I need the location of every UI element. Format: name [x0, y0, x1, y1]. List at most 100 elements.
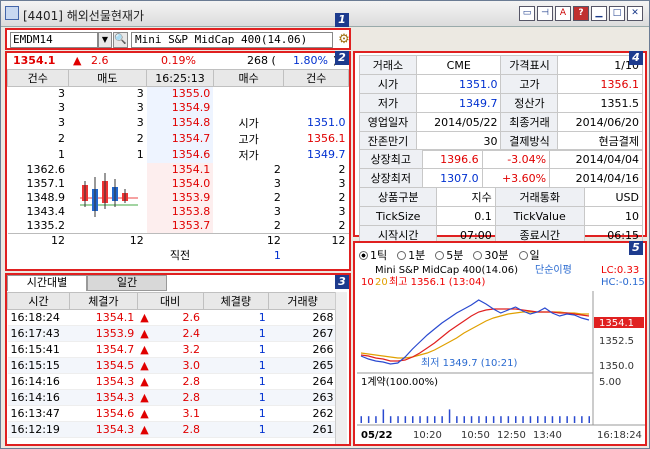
tab-time[interactable]: 시간대별 — [7, 275, 87, 291]
ask-count: 3 — [58, 116, 66, 129]
maximize-icon[interactable]: □ — [609, 6, 625, 21]
volume-bar — [537, 416, 539, 423]
trade-change: ▲ 3.2 — [137, 341, 204, 358]
period-option[interactable]: 30분 — [473, 247, 509, 263]
search-icon[interactable]: 🔍 — [113, 32, 128, 48]
ask-row[interactable]: 3 3 1354.9 — [8, 100, 349, 115]
close-icon[interactable]: ✕ — [627, 6, 643, 21]
bid-price[interactable]: 1354.0 — [146, 176, 214, 191]
volume-pct: 1.80% — [293, 54, 328, 67]
up-arrow-icon: ▲ — [140, 311, 149, 324]
tab-daily[interactable]: 일간 — [87, 275, 167, 291]
info-row: 저가 1349.7 정산가 1351.5 — [359, 93, 643, 113]
symbol-name: Mini S&P MidCap 400(14.06) — [131, 32, 333, 48]
trade-time: 16:15:41 — [7, 341, 70, 358]
table-row[interactable]: 16:14:16 1354.3 ▲ 2.8 1 264 — [7, 373, 337, 390]
table-row[interactable]: 16:15:15 1354.5 ▲ 3.0 1 265 — [7, 357, 337, 374]
table-row[interactable]: 16:18:24 1354.1 ▲ 2.6 1 268 — [7, 309, 337, 326]
info-value: 0.1 — [436, 206, 496, 226]
ask-price[interactable]: 1355.0 — [146, 86, 214, 101]
x-tick: 05/22 — [361, 430, 393, 441]
ask-price[interactable]: 1354.9 — [146, 100, 214, 115]
minimize-icon[interactable]: ▁ — [591, 6, 607, 21]
code-input[interactable]: EMDM14 — [10, 32, 98, 48]
bid-row[interactable]: 1357.1 1354.0 3 3 — [8, 176, 349, 191]
info-value: 지수 — [436, 187, 496, 207]
period-option[interactable]: 1틱 — [359, 247, 387, 263]
price-tick: 1354.1 — [599, 318, 634, 329]
table-row[interactable]: 16:12:19 1354.3 ▲ 2.8 1 261 — [7, 421, 337, 438]
ask-row[interactable]: 3 3 1355.0 — [8, 86, 349, 101]
ask-price[interactable]: 1354.8 — [146, 114, 214, 131]
bid-qty: 2 — [273, 191, 281, 205]
bid-price[interactable]: 1353.8 — [146, 204, 214, 219]
bid-price[interactable]: 1353.7 — [146, 218, 214, 233]
volume-bar — [573, 416, 576, 423]
volume-bar — [375, 416, 377, 423]
bid-row[interactable]: 1362.6 1354.1 2 2 — [8, 162, 349, 217]
ask-row[interactable]: 2 2 1354.7 고가 1356.1 — [8, 130, 349, 147]
trades-scrollbar[interactable] — [335, 292, 347, 444]
trade-change: ▲ 2.8 — [137, 389, 204, 406]
info-label: 시가 — [359, 74, 417, 94]
font-icon[interactable]: A — [555, 6, 571, 21]
price-chart[interactable]: Mini S&P MidCap 400(14.06) 단순이평 LC:0.33 … — [357, 263, 645, 443]
info-value: 30 — [415, 131, 502, 151]
trade-qty: 1 — [203, 325, 269, 342]
title-bar: [4401] 해외선물현재가 ▭ ⊣ A ? ▁ □ ✕ — [1, 1, 649, 27]
info-label: 상장최저 — [359, 168, 423, 188]
ask-count: 3 — [58, 101, 66, 114]
info-label: 상장최고 — [359, 149, 423, 169]
panel-tag-1: 1 — [335, 13, 349, 27]
bid-count: 2 — [338, 219, 346, 233]
trade-volume: 264 — [268, 373, 337, 390]
link-icon[interactable]: ▭ — [519, 6, 535, 21]
trades-header: 거래량 — [268, 292, 337, 310]
window-title: [4401] 해외선물현재가 — [23, 9, 144, 23]
window-icon — [5, 6, 19, 20]
gear-icon[interactable]: ⚙ — [336, 31, 352, 49]
ask-row[interactable]: 1 1 1354.6 저가 1349.7 — [8, 146, 349, 163]
period-option[interactable]: 일 — [518, 247, 540, 263]
bid-count: 3 — [338, 177, 346, 191]
info-row: 상품구분 지수 거래통화 USD — [358, 187, 644, 207]
x-tick: 12:50 — [497, 430, 526, 441]
bid-row[interactable]: 1343.4 1353.8 3 3 — [8, 204, 349, 219]
trades-table: 시간 체결가 대비 체결량 거래량 16:18:24 1354.1 ▲ 2.6 1 268… — [7, 292, 337, 438]
table-row[interactable]: 16:17:43 1353.9 ▲ 2.4 1 267 — [7, 325, 337, 342]
volume-bar — [367, 416, 370, 423]
volume-bar — [478, 416, 480, 423]
ask-price[interactable]: 1354.6 — [146, 146, 214, 163]
price-tick: 1352.5 — [599, 336, 634, 347]
trade-volume: 265 — [268, 357, 337, 374]
info-label: 거래소 — [359, 55, 417, 75]
info-label: TickSize — [358, 206, 438, 226]
trade-time: 16:14:16 — [7, 373, 70, 390]
help-icon[interactable]: ? — [573, 6, 589, 21]
ma20-label: 20 — [375, 277, 388, 288]
period-option[interactable]: 5분 — [435, 247, 463, 263]
period-option[interactable]: 1분 — [397, 247, 425, 263]
trade-volume: 268 — [268, 309, 337, 326]
code-dropdown-icon[interactable]: ▼ — [98, 32, 112, 48]
chart-title: Mini S&P MidCap 400(14.06) — [375, 265, 518, 276]
table-row[interactable]: 16:13:47 1354.6 ▲ 3.1 1 262 — [7, 405, 337, 422]
table-row[interactable]: 16:14:16 1354.3 ▲ 2.8 1 263 — [7, 389, 337, 406]
trade-volume: 267 — [268, 325, 337, 342]
pin-icon[interactable]: ⊣ — [537, 6, 553, 21]
table-row[interactable]: 16:15:41 1354.7 ▲ 3.2 1 266 — [7, 341, 337, 358]
total-ask-count: 12 — [51, 233, 66, 247]
ask-price[interactable]: 1354.7 — [146, 130, 214, 147]
bid-price[interactable]: 1354.1 — [146, 162, 214, 177]
trade-qty: 1 — [203, 389, 269, 406]
period-selector: 1틱 1분 5분 30분 일 — [359, 247, 540, 263]
bid-qty: 2 — [273, 219, 281, 233]
ask-row[interactable]: 3 3 1354.8 시가 1351.0 — [8, 114, 349, 131]
bid-row[interactable]: 1335.2 1353.7 2 2 — [8, 218, 349, 233]
volume-bar — [382, 409, 385, 423]
bid-row[interactable]: 1348.9 1353.9 2 2 — [8, 190, 349, 205]
panel-tag-5: 5 — [629, 241, 643, 255]
ask-qty: 3 — [136, 87, 144, 101]
bid-price[interactable]: 1353.9 — [146, 190, 214, 205]
volume-bar — [434, 416, 436, 423]
